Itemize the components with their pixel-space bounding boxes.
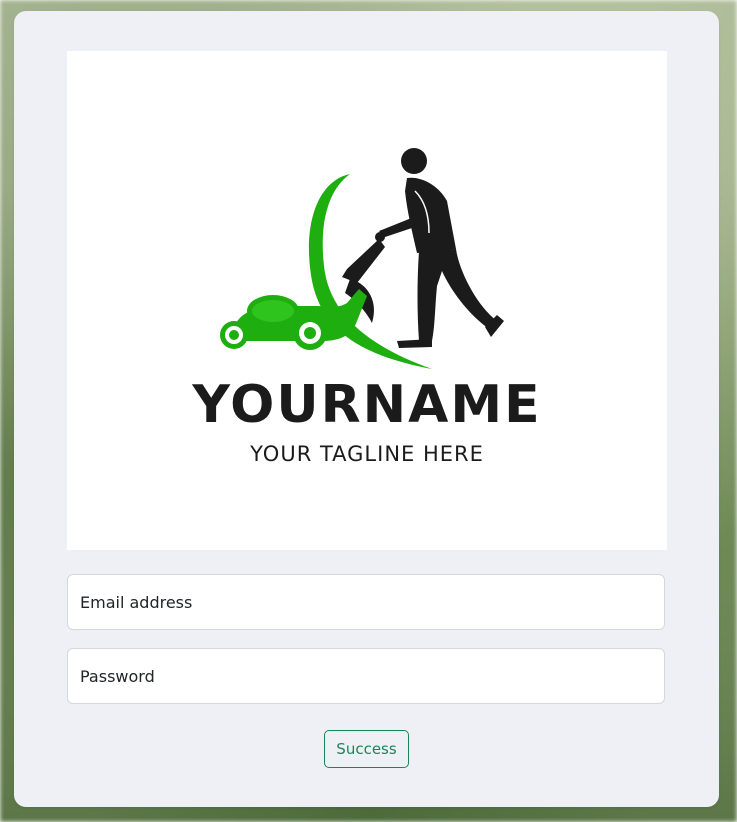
brand-tagline: YOUR TAGLINE HERE xyxy=(250,442,484,466)
password-input[interactable] xyxy=(68,649,664,703)
email-field-container xyxy=(67,574,665,630)
brand-name: YOURNAME xyxy=(192,375,542,435)
lawn-mower-man-icon xyxy=(220,148,504,369)
email-input[interactable] xyxy=(68,575,664,629)
password-field-container xyxy=(67,648,665,704)
success-button[interactable]: Success xyxy=(324,730,409,768)
logo-panel: YOURNAME YOUR TAGLINE HERE xyxy=(67,51,667,550)
login-card: YOURNAME YOUR TAGLINE HERE Success xyxy=(14,11,719,807)
